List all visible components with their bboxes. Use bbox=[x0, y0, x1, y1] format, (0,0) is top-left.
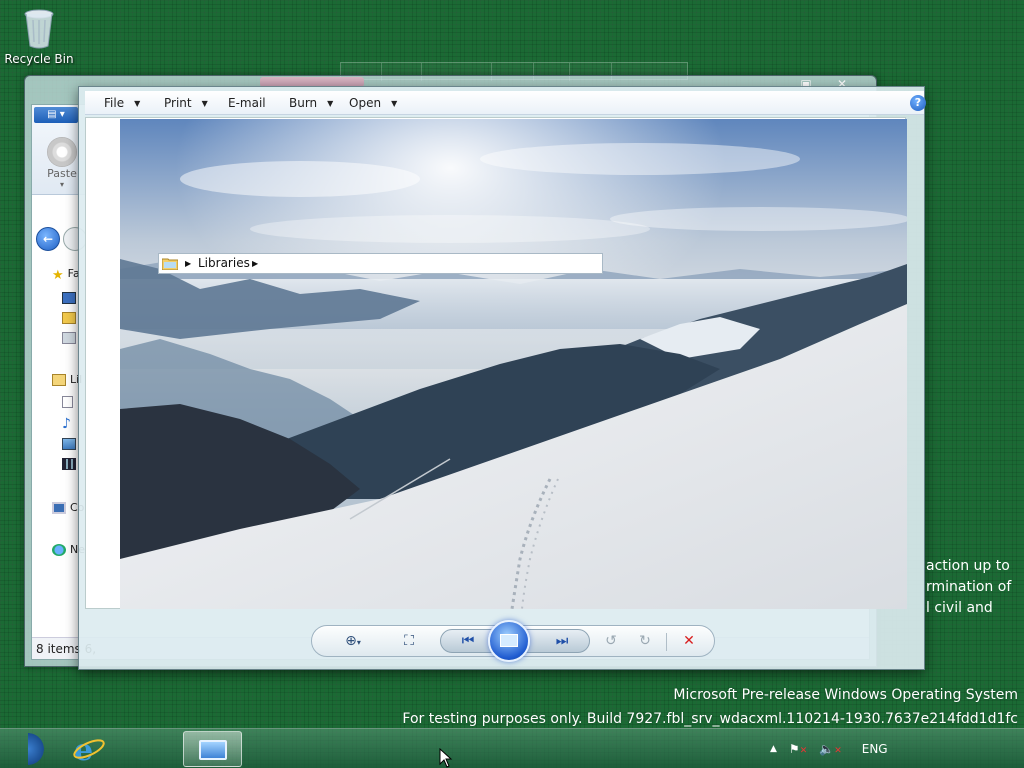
menu-burn[interactable]: Burn ▼ bbox=[289, 91, 333, 115]
help-icon[interactable]: ? bbox=[910, 95, 926, 111]
recycle-bin-icon bbox=[21, 6, 57, 50]
viewer-controls: ⊕▾ ⛶ ⏮ ⏭ ↺ ↻ ✕ bbox=[79, 609, 924, 671]
viewer-menubar: File ▼ Print ▼ E-mail Burn ▼ Open ▼ ? bbox=[85, 91, 926, 115]
recent-places-icon bbox=[62, 332, 76, 344]
delete-button[interactable]: ✕ bbox=[674, 626, 704, 656]
nav-music[interactable]: ♪ bbox=[62, 415, 75, 432]
slideshow-icon bbox=[500, 634, 518, 647]
rotate-clockwise-icon: ↻ bbox=[639, 633, 651, 649]
menu-file-label: File bbox=[104, 96, 125, 110]
music-icon: ♪ bbox=[62, 416, 71, 432]
photo-viewer-taskbar-button[interactable] bbox=[183, 731, 242, 767]
chevron-down-icon: ▼ bbox=[201, 98, 208, 108]
rotate-clockwise-button[interactable]: ↻ bbox=[630, 626, 660, 656]
breadcrumb-arrow-icon[interactable]: ▶ bbox=[185, 254, 191, 273]
background-text-line: action up to bbox=[926, 558, 1010, 574]
rotate-counterclockwise-button[interactable]: ↺ bbox=[596, 626, 626, 656]
chevron-down-icon: ▼ bbox=[327, 98, 334, 108]
network-icon bbox=[52, 544, 66, 556]
separator bbox=[666, 633, 667, 651]
computer-icon bbox=[52, 502, 66, 514]
desktop-folder-icon bbox=[62, 292, 76, 304]
action-center-flag-icon[interactable]: ⚑✕ bbox=[789, 742, 807, 756]
background-text: action up to rmination of l civil and bbox=[926, 556, 1011, 619]
nav-favorites[interactable]: ★ Fa bbox=[52, 267, 80, 283]
menu-open[interactable]: Open ▼ bbox=[349, 91, 397, 115]
paste-label: Paste bbox=[47, 167, 77, 180]
downloads-folder-icon bbox=[62, 312, 76, 324]
mouse-cursor-icon bbox=[439, 748, 453, 768]
taskbar: e ▲ ⚑✕ 🔈✕ ENG bbox=[0, 728, 1024, 768]
menu-open-label: Open bbox=[349, 96, 382, 110]
paste-dropdown-icon: ▾ bbox=[59, 180, 64, 189]
chevron-down-icon: ▼ bbox=[391, 98, 398, 108]
menu-print-label: Print bbox=[164, 96, 192, 110]
nav-documents[interactable] bbox=[62, 395, 77, 408]
internet-explorer-taskbar-button[interactable]: e bbox=[56, 732, 122, 768]
previous-button[interactable]: ⏮ bbox=[448, 626, 488, 656]
recycle-bin-shortcut[interactable]: Recycle Bin bbox=[4, 6, 74, 66]
paste-icon bbox=[47, 137, 77, 167]
show-hidden-icons-icon[interactable]: ▲ bbox=[770, 744, 777, 754]
back-button[interactable]: ← bbox=[36, 227, 60, 251]
breadcrumb[interactable]: ▶ Libraries ▶ bbox=[158, 253, 603, 274]
slideshow-button[interactable] bbox=[488, 620, 530, 662]
videos-icon bbox=[62, 458, 76, 470]
background-text-line: rmination of bbox=[926, 579, 1012, 595]
system-tray: ▲ ⚑✕ 🔈✕ ENG bbox=[770, 729, 900, 768]
actual-size-icon: ⛶ bbox=[404, 633, 414, 649]
breadcrumb-arrow-icon[interactable]: ▶ bbox=[252, 254, 258, 273]
back-arrow-icon: ← bbox=[42, 232, 54, 246]
photo-viewer-window[interactable]: File ▼ Print ▼ E-mail Burn ▼ Open ▼ ? ⊕▾… bbox=[78, 86, 926, 671]
next-button[interactable]: ⏭ bbox=[542, 626, 582, 656]
actual-size-button[interactable]: ⛶ bbox=[394, 626, 424, 656]
menu-file[interactable]: File ▼ bbox=[104, 91, 140, 115]
next-icon: ⏭ bbox=[555, 633, 569, 649]
rotate-counterclockwise-icon: ↺ bbox=[605, 633, 617, 649]
background-text-line: l civil and bbox=[926, 600, 993, 616]
chevron-down-icon: ▼ bbox=[134, 98, 141, 108]
photo-viewer-icon bbox=[199, 740, 227, 760]
photo-stage bbox=[85, 117, 907, 609]
menu-email[interactable]: E-mail bbox=[228, 91, 266, 115]
controls-bar: ⊕▾ ⛶ ⏮ ⏭ ↺ ↻ ✕ bbox=[311, 620, 715, 662]
recycle-bin-label: Recycle Bin bbox=[4, 52, 74, 66]
zoom-button[interactable]: ⊕▾ bbox=[336, 626, 370, 656]
star-icon: ★ bbox=[52, 268, 64, 283]
photo-image bbox=[120, 119, 907, 609]
watermark-line1: Microsoft Pre-release Windows Operating … bbox=[673, 687, 1018, 703]
menu-print[interactable]: Print ▼ bbox=[164, 91, 208, 115]
volume-muted-icon[interactable]: 🔈✕ bbox=[819, 742, 842, 756]
previous-icon: ⏮ bbox=[461, 633, 475, 649]
application-menu-button[interactable]: ▤ ▾ bbox=[34, 107, 78, 123]
delete-icon: ✕ bbox=[683, 633, 695, 649]
documents-icon bbox=[62, 396, 73, 408]
internet-explorer-icon: e bbox=[73, 733, 105, 768]
zoom-icon: ⊕▾ bbox=[345, 633, 361, 649]
libraries-icon bbox=[52, 374, 66, 386]
paste-button[interactable]: Paste ▾ bbox=[42, 137, 82, 189]
start-orb-icon[interactable] bbox=[28, 732, 48, 766]
breadcrumb-libraries[interactable]: Libraries bbox=[198, 254, 250, 273]
build-watermark: Microsoft Pre-release Windows Operating … bbox=[402, 683, 1018, 731]
menu-email-label: E-mail bbox=[228, 96, 266, 110]
pictures-icon bbox=[62, 438, 76, 450]
menu-burn-label: Burn bbox=[289, 96, 318, 110]
language-indicator[interactable]: ENG bbox=[862, 742, 888, 756]
libraries-folder-icon bbox=[162, 258, 178, 270]
